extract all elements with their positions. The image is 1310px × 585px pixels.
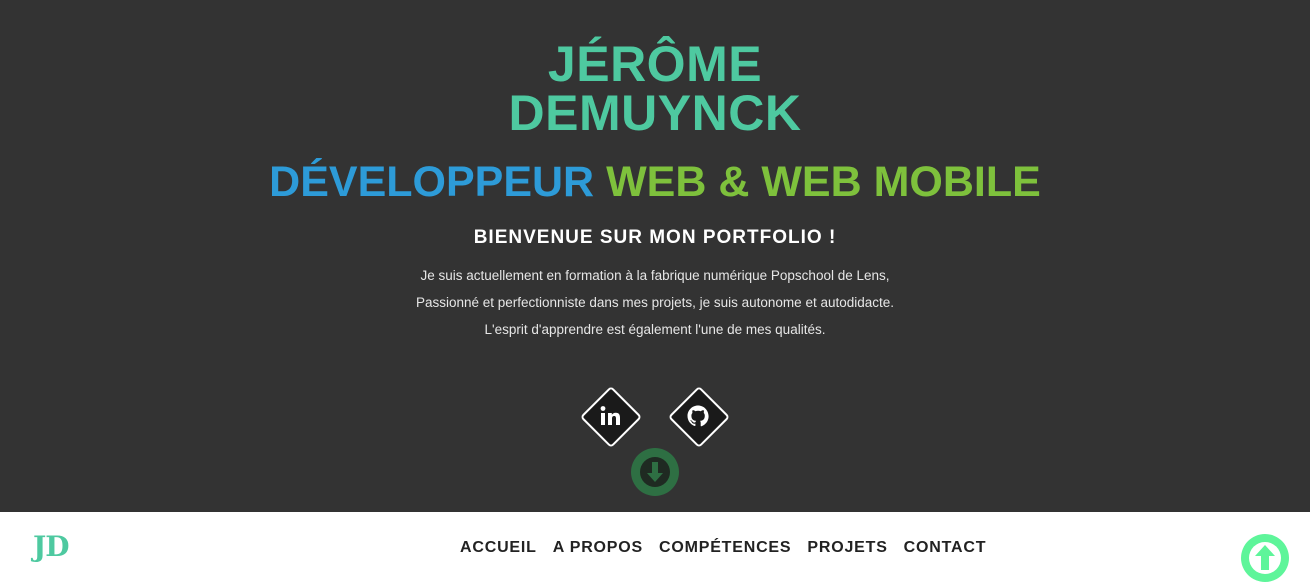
github-icon: [687, 405, 709, 427]
nav-item-competences[interactable]: COMPÉTENCES: [651, 538, 799, 558]
nav-item-contact[interactable]: CONTACT: [896, 538, 995, 558]
main-nav: ACCUEIL A PROPOS COMPÉTENCES PROJETS CON…: [452, 538, 994, 558]
name-last: DEMUYNCK: [508, 85, 802, 141]
role-web-mobile: WEB & WEB MOBILE: [606, 158, 1041, 206]
bio-line: Passionné et perfectionniste dans mes pr…: [415, 295, 895, 310]
name-first: JÉRÔME: [547, 36, 763, 92]
site-logo[interactable]: JD: [33, 530, 70, 563]
bio-line: Je suis actuellement en formation à la f…: [420, 268, 890, 283]
nav-item-accueil[interactable]: ACCUEIL: [452, 538, 545, 558]
scroll-down-button[interactable]: [631, 448, 679, 496]
linkedin-icon: [600, 406, 620, 425]
hero-name: JÉRÔME DEMUYNCK: [0, 36, 1310, 141]
linkedin-link[interactable]: [579, 385, 643, 449]
bio-line: L'esprit d'apprendre est également l'une…: [484, 322, 826, 337]
bio-text: Je suis actuellement en formation à la f…: [0, 262, 1310, 343]
hero-role: DÉVELOPPEUR WEB & WEB MOBILE: [0, 156, 1310, 208]
arrow-down-icon: [640, 457, 670, 487]
top-navbar: JD ACCUEIL A PROPOS COMPÉTENCES PROJETS …: [0, 512, 1310, 585]
arrow-up-icon: [1249, 542, 1281, 574]
role-developer: DÉVELOPPEUR: [269, 158, 595, 206]
welcome-heading: BIENVENUE SUR MON PORTFOLIO !: [473, 227, 837, 248]
nav-item-a-propos[interactable]: A PROPOS: [545, 538, 651, 558]
nav-item-projets[interactable]: PROJETS: [799, 538, 895, 558]
hero-section: JÉRÔME DEMUYNCK DÉVELOPPEUR WEB & WEB MO…: [0, 0, 1310, 512]
back-to-top-button[interactable]: [1241, 534, 1289, 582]
github-link[interactable]: [667, 385, 731, 449]
